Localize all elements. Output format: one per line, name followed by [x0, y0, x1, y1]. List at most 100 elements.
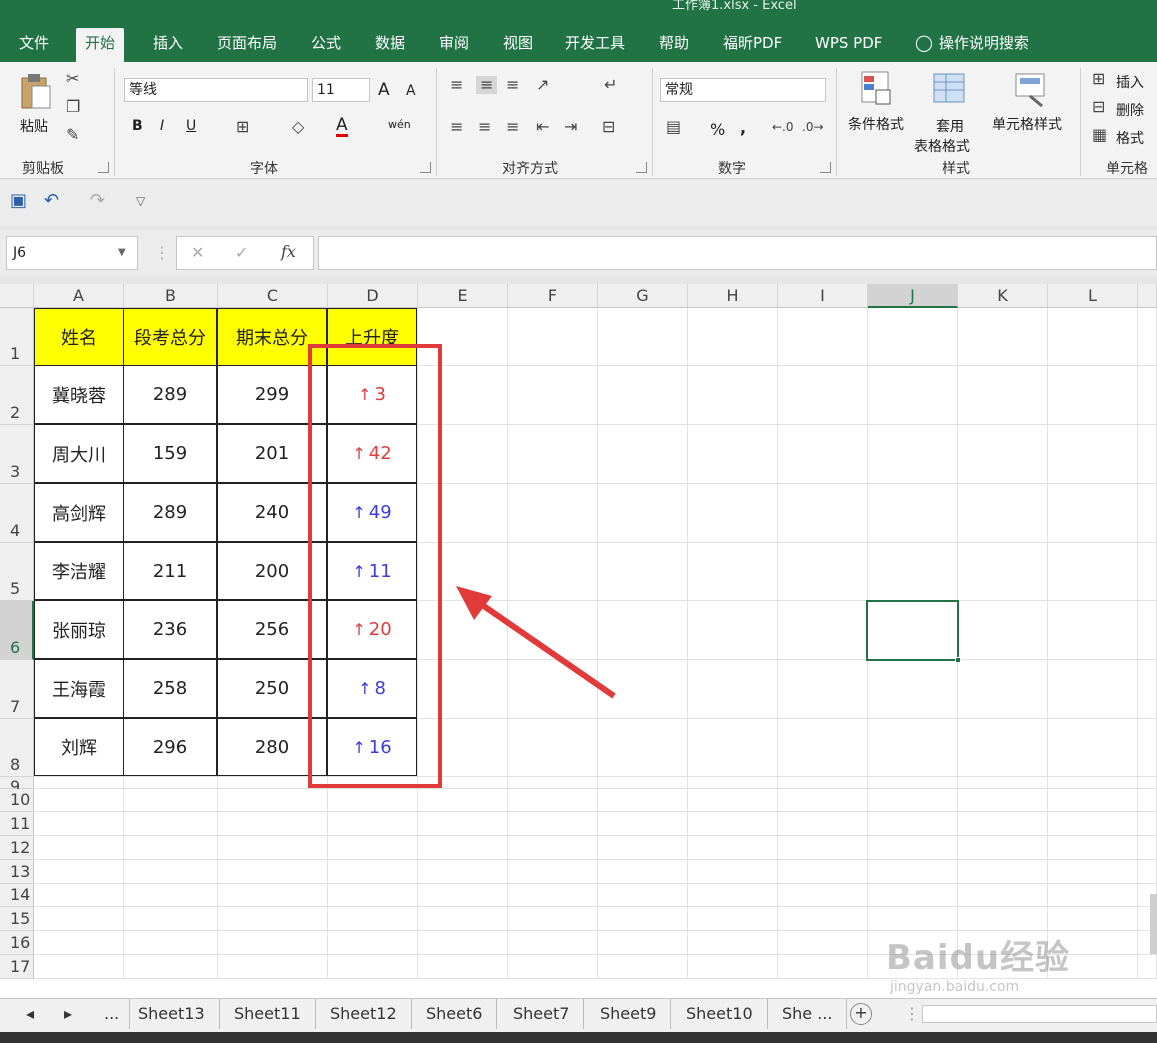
- group-label-font: 字体: [250, 161, 278, 177]
- save-icon[interactable]: ▣: [10, 192, 27, 210]
- currency-icon[interactable]: ▤: [666, 118, 681, 136]
- align-top-icon[interactable]: ≡: [450, 76, 463, 94]
- shrink-font-button[interactable]: A: [406, 83, 416, 99]
- paste-label: 粘贴: [20, 119, 48, 135]
- group-divider: [436, 68, 437, 176]
- number-format-dropdown[interactable]: 常规: [660, 78, 826, 102]
- paste-button[interactable]: 粘贴: [10, 70, 62, 150]
- group-divider: [836, 68, 837, 176]
- decrease-decimal-icon[interactable]: .0→: [802, 118, 824, 136]
- tab-view[interactable]: 视图: [494, 28, 542, 62]
- format-as-table-label-1: 套用: [936, 119, 964, 135]
- bottom-strip: [0, 1032, 1157, 1043]
- vertical-scrollbar-thumb[interactable]: [1150, 894, 1157, 954]
- italic-button[interactable]: I: [160, 118, 164, 134]
- sheet-tab[interactable]: Sheet12: [316, 999, 412, 1029]
- fill-color-icon[interactable]: ◇: [292, 118, 304, 136]
- tab-developer[interactable]: 开发工具: [556, 28, 634, 62]
- font-size-dropdown[interactable]: 11: [312, 78, 370, 102]
- tab-home[interactable]: 开始: [76, 28, 125, 62]
- align-right-icon[interactable]: ≡: [506, 118, 519, 136]
- font-launcher-icon[interactable]: [420, 162, 431, 173]
- sheet-scroll-left-button[interactable]: ◂: [20, 999, 40, 1029]
- increase-decimal-icon[interactable]: ←.0: [772, 118, 794, 136]
- redo-icon[interactable]: ↷: [90, 192, 105, 210]
- insert-cells-icon: ⊞: [1092, 69, 1106, 88]
- sheet-scroll-right-button[interactable]: ▸: [58, 999, 78, 1029]
- format-painter-icon[interactable]: ✎: [66, 126, 79, 144]
- tab-formulas[interactable]: 公式: [302, 28, 350, 62]
- tab-wps-pdf[interactable]: WPS PDF: [806, 28, 891, 62]
- paste-icon: [21, 74, 51, 109]
- insert-function-button[interactable]: fx: [281, 243, 296, 261]
- pointer-arrow-shaft: [476, 599, 616, 699]
- lightbulb-icon: ◯: [915, 33, 933, 52]
- baidu-watermark: Baidu经验 jingyan.baidu.com: [886, 930, 1106, 998]
- clipboard-launcher-icon[interactable]: [98, 162, 109, 173]
- add-sheet-button[interactable]: +: [850, 1003, 872, 1025]
- format-as-table-button[interactable]: 套用 表格格式: [912, 68, 988, 158]
- orientation-icon[interactable]: ↗: [536, 76, 549, 94]
- formula-buttons: ✕ ✓ fx: [176, 236, 314, 270]
- tab-data[interactable]: 数据: [366, 28, 414, 62]
- insert-cells-label: 插入: [1116, 75, 1144, 91]
- cell-styles-button[interactable]: 单元格样式: [990, 68, 1070, 154]
- worksheet-grid[interactable]: ABCDEFGHIJKL 1 2 3 4 5 6 7 8 9 10 11 12 13 14 15 16 17 姓…: [0, 284, 1157, 998]
- borders-icon[interactable]: ⊞: [236, 118, 249, 136]
- tab-review[interactable]: 审阅: [430, 28, 478, 62]
- format-cells-label: 格式: [1116, 131, 1144, 147]
- sheet-tab[interactable]: Sheet7: [499, 999, 585, 1029]
- cut-icon[interactable]: ✂: [66, 70, 79, 88]
- undo-icon[interactable]: ↶: [44, 192, 59, 210]
- phonetic-button[interactable]: wén: [388, 118, 411, 131]
- align-middle-icon[interactable]: ≡: [476, 76, 498, 94]
- cancel-icon[interactable]: ✕: [191, 244, 204, 262]
- format-cells-icon: ▦: [1092, 125, 1108, 144]
- decrease-indent-icon[interactable]: ⇤: [536, 118, 549, 136]
- formula-input[interactable]: [318, 236, 1157, 270]
- bold-button[interactable]: B: [132, 118, 143, 134]
- align-center-icon[interactable]: ≡: [478, 118, 491, 136]
- formula-bar-grip-icon: ⋮: [154, 243, 170, 262]
- tab-file[interactable]: 文件: [10, 28, 58, 62]
- comma-button[interactable]: ,: [740, 118, 746, 137]
- customize-qat-icon[interactable]: ▽: [136, 192, 145, 210]
- insert-cells-button[interactable]: ⊞ 插入: [1092, 70, 1157, 92]
- group-label-number: 数字: [718, 161, 746, 177]
- increase-indent-icon[interactable]: ⇥: [564, 118, 577, 136]
- align-left-icon[interactable]: ≡: [450, 118, 463, 136]
- enter-icon[interactable]: ✓: [235, 244, 248, 262]
- tab-foxit-pdf[interactable]: 福昕PDF: [714, 28, 791, 62]
- sheet-tab[interactable]: Sheet11: [220, 999, 316, 1029]
- watermark-url: jingyan.baidu.com: [890, 979, 1020, 995]
- group-divider: [1080, 68, 1081, 176]
- tab-help[interactable]: 帮助: [650, 28, 698, 62]
- number-launcher-icon[interactable]: [820, 162, 831, 173]
- percent-button[interactable]: %: [710, 120, 725, 139]
- format-cells-button[interactable]: ▦ 格式: [1092, 126, 1157, 148]
- tell-me-search[interactable]: ◯ 操作说明搜索: [906, 28, 1038, 62]
- sheet-tab[interactable]: Sheet13: [124, 999, 220, 1029]
- underline-button[interactable]: U: [186, 118, 196, 134]
- alignment-launcher-icon[interactable]: [636, 162, 647, 173]
- align-bottom-icon[interactable]: ≡: [506, 76, 519, 94]
- sheet-tab[interactable]: Sheet10: [672, 999, 768, 1029]
- sheet-tab[interactable]: Sheet9: [586, 999, 672, 1029]
- font-color-button[interactable]: A: [336, 116, 348, 137]
- copy-icon[interactable]: ❐: [66, 98, 80, 116]
- conditional-formatting-button[interactable]: 条件格式: [844, 68, 912, 154]
- horizontal-scrollbar[interactable]: [922, 1005, 1157, 1023]
- tab-page-layout[interactable]: 页面布局: [208, 28, 286, 62]
- sheet-tab[interactable]: Sheet6: [412, 999, 498, 1029]
- delete-cells-button[interactable]: ⊟ 删除: [1092, 98, 1157, 120]
- quick-access-toolbar: ▣ ↶ ↷ ▽: [0, 180, 1157, 226]
- group-divider: [114, 68, 115, 176]
- tab-insert[interactable]: 插入: [144, 28, 192, 62]
- window-title: 工作簿1.xlsx - Excel: [672, 0, 797, 13]
- grow-font-button[interactable]: A: [378, 80, 390, 100]
- name-box-dropdown-icon[interactable]: ▼: [118, 244, 126, 262]
- wrap-text-icon[interactable]: ↵: [604, 76, 617, 94]
- sheet-tab[interactable]: She ...: [768, 999, 848, 1029]
- merge-center-icon[interactable]: ⊟: [602, 118, 615, 136]
- font-name-dropdown[interactable]: 等线: [124, 78, 308, 102]
